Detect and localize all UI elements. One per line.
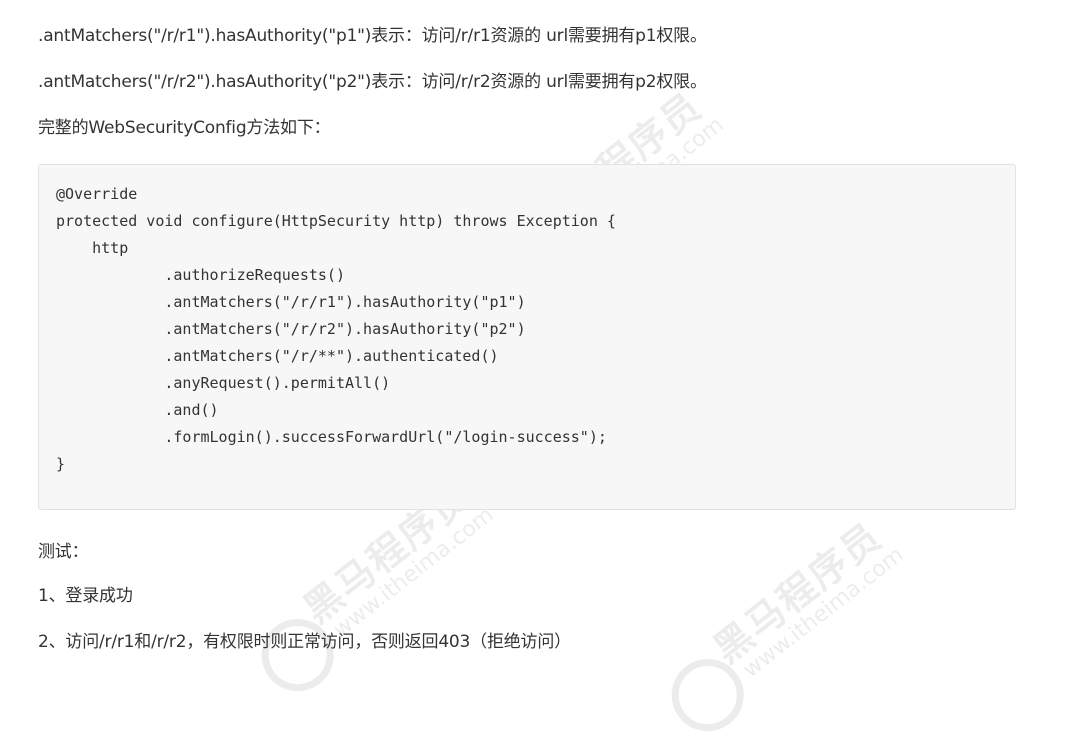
code-line: .authorizeRequests() (56, 266, 345, 284)
test-item-login-success: 1、登录成功 (38, 586, 133, 606)
watermark-logo-icon (247, 604, 349, 706)
watermark-url: www.itheima.com (738, 542, 909, 683)
paragraph-r2-authority: .antMatchers("/r/r2").hasAuthority("p2")… (38, 72, 707, 92)
test-item-access-check: 2、访问/r/r1和/r/r2，有权限时则正常访问，否则返回403（拒绝访问） (38, 632, 571, 652)
code-line: .antMatchers("/r/r1").hasAuthority("p1") (56, 293, 526, 311)
code-line: .formLogin().successForwardUrl("/login-s… (56, 428, 607, 446)
paragraph-r1-authority: .antMatchers("/r/r1").hasAuthority("p1")… (38, 26, 707, 46)
code-line: .antMatchers("/r/**").authenticated() (56, 347, 499, 365)
watermark-url: www.itheima.com (328, 502, 499, 643)
code-line: } (56, 455, 66, 473)
code-line: .antMatchers("/r/r2").hasAuthority("p2") (56, 320, 526, 338)
watermark-brand: 黑马程序员 (705, 513, 891, 672)
code-content: @Override protected void configure(HttpSe… (56, 181, 616, 478)
watermark-logo-icon (657, 644, 759, 746)
code-block: @Override protected void configure(HttpSe… (38, 164, 1016, 510)
code-line: protected void configure(HttpSecurity ht… (56, 212, 616, 230)
code-line: http (56, 239, 129, 257)
code-line: .anyRequest().permitAll() (56, 374, 391, 392)
code-line: @Override (56, 185, 138, 203)
code-line: .and() (56, 401, 219, 419)
paragraph-config-intro: 完整的WebSecurityConfig方法如下： (38, 118, 331, 138)
test-heading: 测试： (38, 542, 89, 562)
